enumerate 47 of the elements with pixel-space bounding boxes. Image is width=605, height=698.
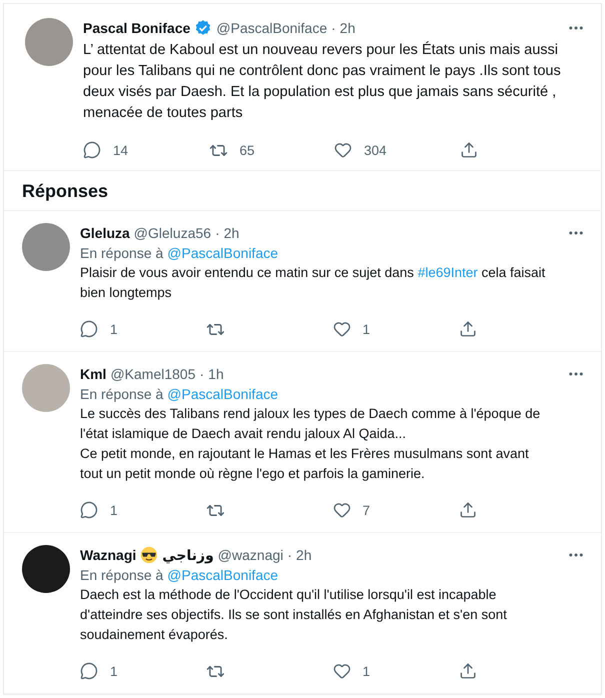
share-icon[interactable] — [460, 141, 478, 159]
like-icon[interactable] — [332, 320, 350, 338]
author-name-suffix[interactable]: وزناجي — [162, 546, 214, 564]
retweet-count: 65 — [240, 142, 255, 158]
like-count: 1 — [362, 322, 370, 336]
like-icon[interactable] — [332, 662, 350, 680]
tweet-time[interactable]: 1h — [208, 366, 224, 382]
reply-context: En réponse à — [80, 245, 164, 261]
reply-icon[interactable] — [80, 662, 98, 680]
avatar[interactable] — [22, 545, 70, 593]
reply-count: 14 — [113, 142, 128, 158]
tweet-text: L’ attentat de Kaboul est un nouveau revers pour les États unis mais aussi pour les Talibans qui ne contrôlent donc pas vraiment le pays .Ils sont tous deux visés par Daesh. Et la population est plus que jamais sans sécurité , menacée de toutes parts — [83, 40, 562, 123]
tweet-text: Plaisir de vous avoir entendu ce matin sur ce sujet dans #le69Inter cela faisait bien longtemps — [80, 264, 546, 302]
share-icon[interactable] — [458, 320, 477, 338]
author-name[interactable]: Waznagi — [80, 547, 136, 563]
replies-heading: Réponses — [21, 180, 110, 203]
share-icon[interactable] — [458, 501, 477, 519]
author-handle[interactable]: @waznagi — [218, 547, 284, 563]
like-icon[interactable] — [334, 141, 352, 159]
author-name[interactable]: Kml — [80, 366, 106, 382]
reply-icon[interactable] — [80, 320, 98, 338]
author-name[interactable]: Pascal Boniface — [83, 20, 190, 36]
reply-icon[interactable] — [83, 141, 101, 159]
tweet-text: Le succès des Talibans rend jaloux les types de Daech comme à l'époque de l'état islamique de Daech avait rendu jaloux Al Qaida... Ce petit monde, en rajoutant le Hamas et les Frères musulmans sont avant tout un petit monde où règne l'ego et parfois la gaminerie. — [80, 405, 542, 483]
author-handle[interactable]: @PascalBoniface — [216, 20, 328, 36]
reply-count: 1 — [110, 502, 118, 518]
reply-context: En réponse à — [80, 567, 164, 583]
separator-dot: · — [200, 366, 204, 382]
tweet-time[interactable]: 2h — [340, 20, 356, 36]
share-icon[interactable] — [458, 662, 477, 680]
reply-count: 1 — [110, 664, 118, 678]
separator-dot: · — [215, 225, 220, 241]
author-name[interactable]: Gleluza — [80, 225, 130, 241]
like-count: 1 — [362, 664, 370, 678]
tweet-time[interactable]: 2h — [296, 547, 312, 563]
like-icon[interactable] — [332, 501, 350, 519]
reply-icon[interactable] — [80, 501, 98, 519]
author-handle[interactable]: @Kamel1805 — [110, 366, 196, 382]
separator-dot: · — [331, 20, 336, 36]
like-count: 7 — [362, 502, 370, 518]
separator-dot: · — [287, 547, 292, 563]
tweet-time[interactable]: 2h — [224, 225, 240, 241]
author-handle[interactable]: @Gleluza56 — [134, 225, 212, 241]
reply-context: En réponse à — [80, 386, 164, 402]
like-count: 304 — [364, 142, 387, 158]
reply-count: 1 — [110, 322, 118, 336]
tweet-text: Daech est la méthode de l'Occident qu'il l'utilise lorsqu'il est incapable d'atteindre ses objectifs. Ils se sont installés en Afghanistan et s'en sont soudainement évaporés. — [80, 586, 508, 644]
